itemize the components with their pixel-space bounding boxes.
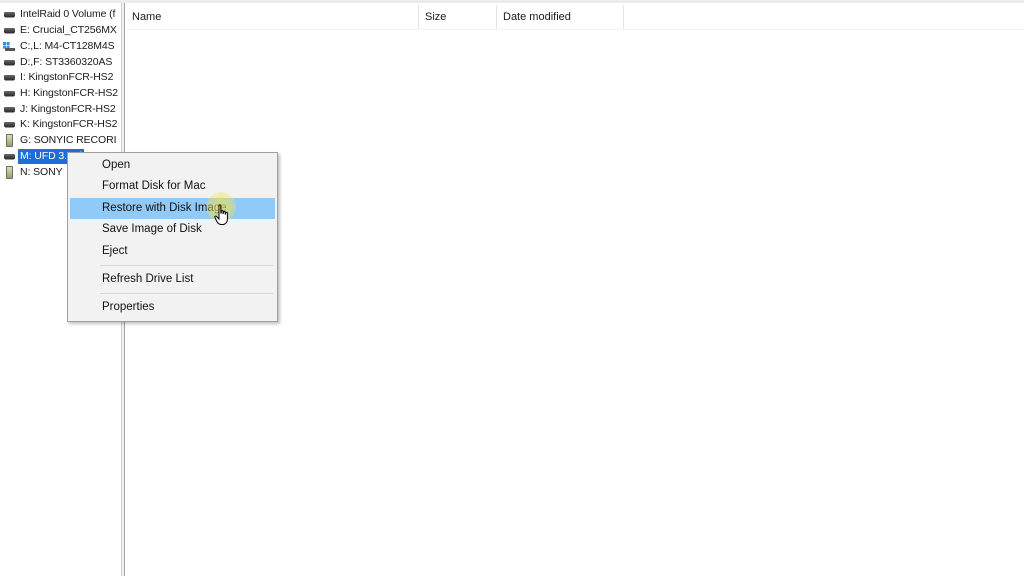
menu-item-restore-with-disk-image[interactable]: Restore with Disk Image bbox=[70, 198, 275, 219]
drive-item-c[interactable]: C:,L: M4-CT128M4S bbox=[2, 39, 121, 54]
drive-item-g[interactable]: G: SONYIC RECORI bbox=[2, 133, 121, 148]
hard-drive-icon bbox=[2, 102, 18, 117]
column-header-size[interactable]: Size bbox=[419, 5, 497, 29]
drive-item-d[interactable]: D:,F: ST3360320AS bbox=[2, 55, 121, 70]
menu-separator bbox=[100, 293, 273, 294]
hard-drive-icon bbox=[2, 55, 18, 70]
menu-item-eject[interactable]: Eject bbox=[70, 241, 275, 262]
menu-item-format-disk[interactable]: Format Disk for Mac bbox=[70, 176, 275, 197]
file-list-header: Name Size Date modified bbox=[126, 5, 1024, 30]
drive-label: K: KingstonFCR-HS2 bbox=[20, 118, 118, 130]
drive-label: C:,L: M4-CT128M4S bbox=[20, 40, 115, 52]
menu-item-save-image[interactable]: Save Image of Disk bbox=[70, 219, 275, 240]
hand-cursor-icon bbox=[214, 204, 228, 225]
drive-item-e[interactable]: E: Crucial_CT256MX bbox=[2, 23, 121, 38]
column-header-date-modified[interactable]: Date modified bbox=[497, 5, 624, 29]
drive-label: D:,F: ST3360320AS bbox=[20, 56, 113, 68]
memory-card-icon bbox=[2, 165, 18, 180]
menu-item-refresh-drive-list[interactable]: Refresh Drive List bbox=[70, 269, 275, 290]
drive-item-j[interactable]: J: KingstonFCR-HS2 bbox=[2, 102, 121, 117]
menu-separator bbox=[100, 265, 273, 266]
drive-label: H: KingstonFCR-HS2 bbox=[20, 87, 118, 99]
drive-item-intelraid[interactable]: IntelRaid 0 Volume (f bbox=[2, 7, 121, 22]
hard-drive-icon bbox=[2, 86, 18, 101]
drive-item-h[interactable]: H: KingstonFCR-HS2 bbox=[2, 86, 121, 101]
drive-label: G: SONYIC RECORI bbox=[20, 134, 117, 146]
hard-drive-icon bbox=[2, 23, 18, 38]
menu-item-properties[interactable]: Properties bbox=[70, 297, 275, 318]
context-menu: Open Format Disk for Mac Restore with Di… bbox=[67, 152, 278, 322]
hard-drive-icon bbox=[2, 70, 18, 85]
hard-drive-icon bbox=[2, 149, 18, 164]
drive-label: E: Crucial_CT256MX bbox=[20, 24, 117, 36]
window-top-border bbox=[0, 0, 1024, 3]
drive-label: J: KingstonFCR-HS2 bbox=[20, 103, 116, 115]
menu-item-open[interactable]: Open bbox=[70, 155, 275, 176]
drive-item-i[interactable]: I: KingstonFCR-HS2 bbox=[2, 70, 121, 85]
drive-label: N: SONY bbox=[20, 166, 63, 178]
system-drive-icon bbox=[2, 39, 18, 54]
drive-item-k[interactable]: K: KingstonFCR-HS2 bbox=[2, 117, 121, 132]
drive-label: I: KingstonFCR-HS2 bbox=[20, 71, 114, 83]
hard-drive-icon bbox=[2, 7, 18, 22]
hard-drive-icon bbox=[2, 117, 18, 132]
drive-label: IntelRaid 0 Volume (f bbox=[20, 8, 116, 20]
column-header-name[interactable]: Name bbox=[126, 5, 419, 29]
memory-card-icon bbox=[2, 133, 18, 148]
